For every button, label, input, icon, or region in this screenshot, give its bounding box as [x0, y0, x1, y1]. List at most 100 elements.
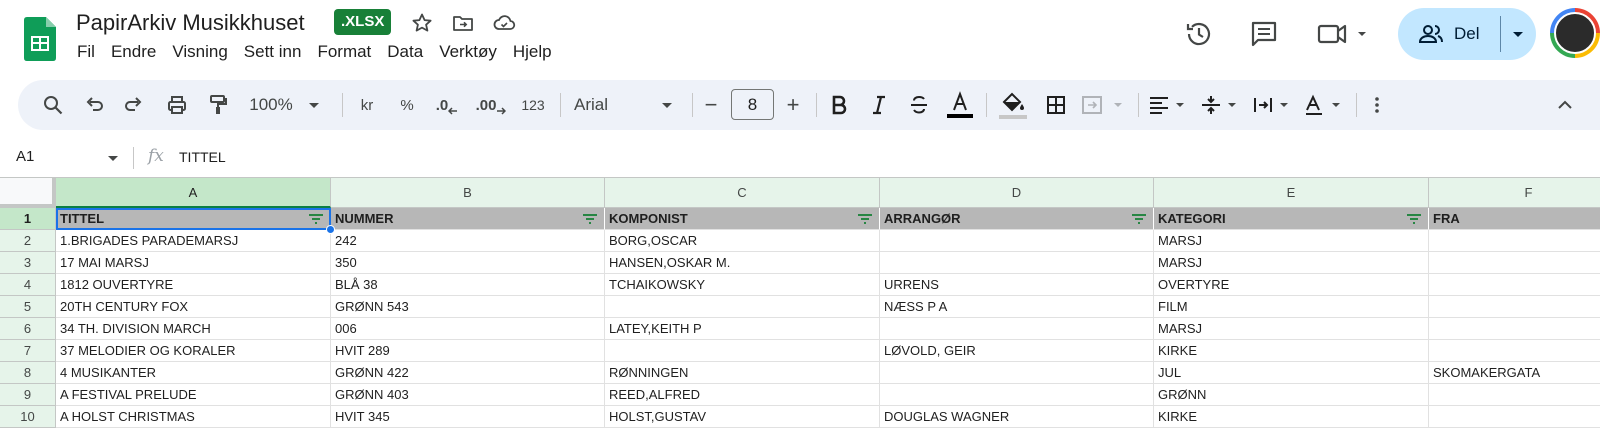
formula-input[interactable]: TITTEL — [179, 149, 226, 165]
menu-help[interactable]: Hjelp — [505, 40, 560, 66]
name-box[interactable]: A1 — [16, 148, 34, 165]
vertical-align-button[interactable] — [1198, 80, 1244, 130]
cell-a3[interactable]: 17 MAI MARSJ — [56, 252, 331, 274]
menu-file[interactable]: Fil — [69, 40, 103, 66]
cell-d10[interactable]: DOUGLAS WAGNER — [880, 406, 1154, 428]
row-header-2[interactable]: 2 — [0, 230, 56, 252]
paint-format-button[interactable] — [202, 80, 234, 130]
menu-view[interactable]: Visning — [164, 40, 235, 66]
cell-b6[interactable]: 006 — [331, 318, 605, 340]
cell-a5[interactable]: 20TH CENTURY FOX — [56, 296, 331, 318]
cell-e3[interactable]: MARSJ — [1154, 252, 1429, 274]
increase-decimals-button[interactable]: .00 — [472, 80, 510, 130]
sheets-logo-icon[interactable] — [24, 17, 56, 61]
more-formats-button[interactable]: 123 — [514, 80, 552, 130]
column-header-b[interactable]: B — [331, 178, 605, 208]
redo-button[interactable] — [118, 80, 150, 130]
row-header-4[interactable]: 4 — [0, 274, 56, 296]
filter-icon[interactable] — [1131, 212, 1147, 226]
undo-button[interactable] — [78, 80, 110, 130]
cell-b5[interactable]: GRØNN 543 — [331, 296, 605, 318]
percent-format-button[interactable]: % — [392, 80, 422, 130]
cell-e7[interactable]: KIRKE — [1154, 340, 1429, 362]
cell-c10[interactable]: HOLST,GUSTAV — [605, 406, 880, 428]
version-history-icon[interactable] — [1183, 18, 1215, 50]
text-color-button[interactable] — [944, 80, 976, 130]
menu-insert[interactable]: Sett inn — [236, 40, 310, 66]
header-cell-e[interactable]: KATEGORI — [1154, 208, 1429, 230]
cell-a6[interactable]: 34 TH. DIVISION MARCH — [56, 318, 331, 340]
borders-button[interactable] — [1040, 80, 1072, 130]
font-size-input[interactable]: 8 — [731, 89, 774, 120]
text-rotation-button[interactable] — [1302, 80, 1348, 130]
increase-font-size-button[interactable]: + — [780, 80, 806, 130]
filter-icon[interactable] — [1406, 212, 1422, 226]
cell-c4[interactable]: TCHAIKOWSKY — [605, 274, 880, 296]
cell-e8[interactable]: JUL — [1154, 362, 1429, 384]
row-header-3[interactable]: 3 — [0, 252, 56, 274]
fill-handle[interactable] — [326, 225, 335, 234]
horizontal-align-button[interactable] — [1146, 80, 1192, 130]
bold-button[interactable] — [824, 80, 854, 130]
header-cell-b[interactable]: NUMMER — [331, 208, 605, 230]
cell-e5[interactable]: FILM — [1154, 296, 1429, 318]
row-header-1[interactable]: 1 — [0, 208, 56, 230]
header-cell-c[interactable]: KOMPONIST — [605, 208, 880, 230]
zoom-select[interactable]: 100% — [244, 80, 328, 130]
cell-d9[interactable] — [880, 384, 1154, 406]
cell-b8[interactable]: GRØNN 422 — [331, 362, 605, 384]
cell-e2[interactable]: MARSJ — [1154, 230, 1429, 252]
menu-data[interactable]: Data — [379, 40, 431, 66]
cell-b2[interactable]: 242 — [331, 230, 605, 252]
move-to-folder-icon[interactable] — [451, 11, 475, 35]
cell-b7[interactable]: HVIT 289 — [331, 340, 605, 362]
share-button[interactable]: Del — [1398, 8, 1536, 60]
decrease-decimals-button[interactable]: .0 — [430, 80, 464, 130]
spreadsheet-grid[interactable]: A B C D E F 1 TITTEL NUMMER KOMPONIST ARRANGØR KATE… — [0, 177, 1600, 436]
cell-b3[interactable]: 350 — [331, 252, 605, 274]
cell-b10[interactable]: HVIT 345 — [331, 406, 605, 428]
cell-f9[interactable] — [1429, 384, 1600, 406]
cell-d4[interactable]: URRENS — [880, 274, 1154, 296]
menu-format[interactable]: Format — [309, 40, 379, 66]
cell-e6[interactable]: MARSJ — [1154, 318, 1429, 340]
hide-menus-button[interactable] — [1550, 80, 1580, 130]
chevron-down-icon[interactable] — [1506, 22, 1530, 46]
cell-c5[interactable] — [605, 296, 880, 318]
meet-video-icon[interactable] — [1316, 18, 1366, 50]
search-menus-button[interactable] — [36, 80, 70, 130]
row-header-7[interactable]: 7 — [0, 340, 56, 362]
column-header-f[interactable]: F — [1429, 178, 1600, 208]
cell-f8[interactable]: SKOMAKERGATA — [1429, 362, 1600, 384]
cloud-saved-icon[interactable] — [492, 11, 516, 35]
select-all-corner[interactable] — [0, 178, 56, 208]
filter-icon[interactable] — [582, 212, 598, 226]
cell-c7[interactable] — [605, 340, 880, 362]
column-header-e[interactable]: E — [1154, 178, 1429, 208]
decrease-font-size-button[interactable]: − — [698, 80, 724, 130]
font-family-select[interactable]: Arial — [570, 80, 680, 130]
cell-d3[interactable] — [880, 252, 1154, 274]
cell-d6[interactable] — [880, 318, 1154, 340]
strikethrough-button[interactable] — [904, 80, 934, 130]
filter-icon[interactable] — [308, 212, 324, 226]
chevron-down-icon[interactable] — [104, 149, 122, 167]
column-header-c[interactable]: C — [605, 178, 880, 208]
star-icon[interactable] — [410, 11, 434, 35]
cell-a10[interactable]: A HOLST CHRISTMAS — [56, 406, 331, 428]
cell-c3[interactable]: HANSEN,OSKAR M. — [605, 252, 880, 274]
cell-f7[interactable] — [1429, 340, 1600, 362]
cell-c8[interactable]: RØNNINGEN — [605, 362, 880, 384]
row-header-9[interactable]: 9 — [0, 384, 56, 406]
filter-icon[interactable] — [857, 212, 873, 226]
avatar[interactable] — [1550, 8, 1600, 58]
cell-e9[interactable]: GRØNN — [1154, 384, 1429, 406]
cell-f10[interactable] — [1429, 406, 1600, 428]
cell-a7[interactable]: 37 MELODIER OG KORALER — [56, 340, 331, 362]
cell-e10[interactable]: KIRKE — [1154, 406, 1429, 428]
more-options-button[interactable] — [1364, 80, 1390, 130]
cell-a2[interactable]: 1.BRIGADES PARADEMARSJ — [56, 230, 331, 252]
cell-d7[interactable]: LØVOLD, GEIR — [880, 340, 1154, 362]
cell-f2[interactable] — [1429, 230, 1600, 252]
row-header-6[interactable]: 6 — [0, 318, 56, 340]
